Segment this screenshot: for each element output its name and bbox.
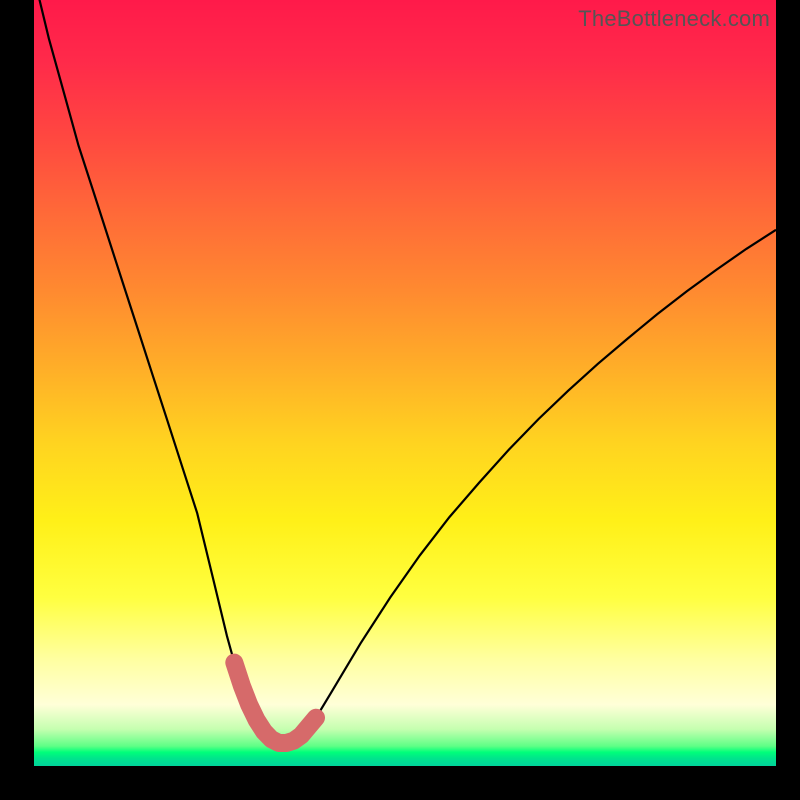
bottleneck-curve-plot	[34, 0, 776, 766]
curve-highlight	[234, 663, 316, 743]
curve-path	[34, 0, 776, 743]
